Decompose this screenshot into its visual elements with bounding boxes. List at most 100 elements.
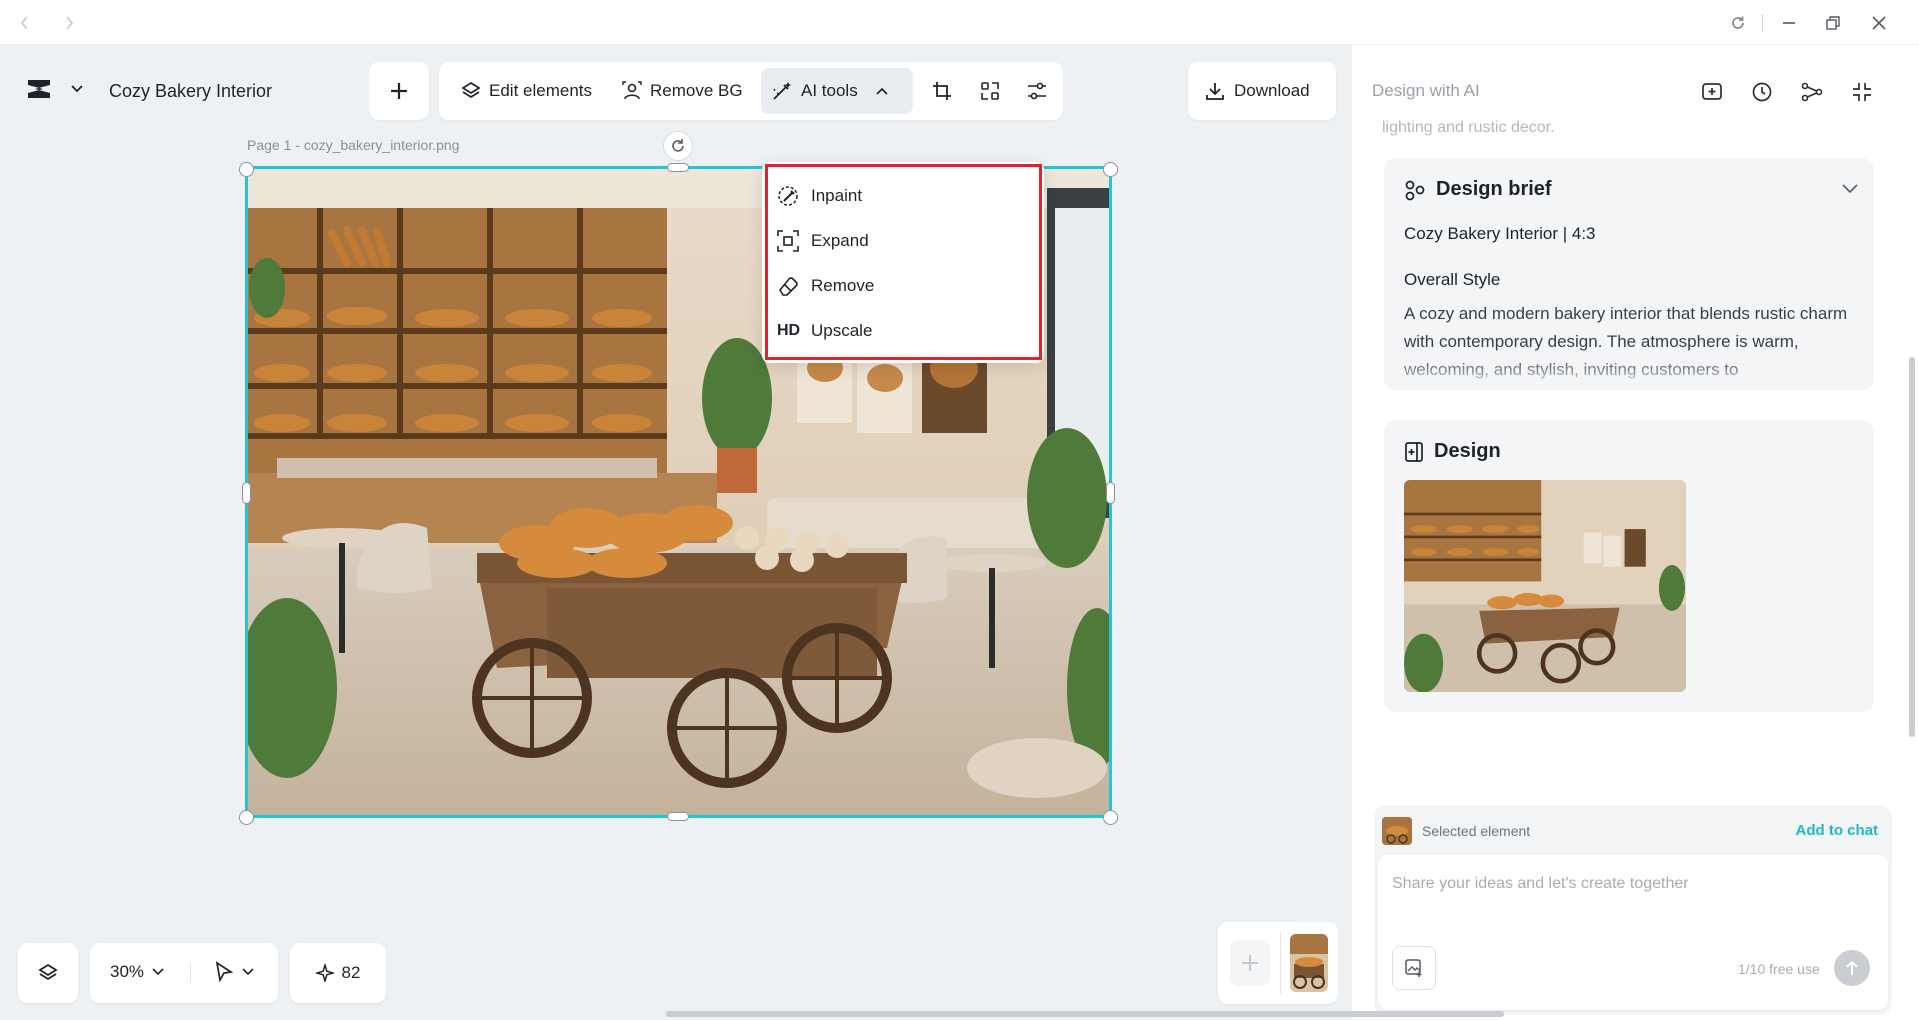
new-chat-icon[interactable] (1698, 78, 1726, 106)
project-title[interactable]: Cozy Bakery Interior (109, 81, 272, 102)
cursor-icon (215, 961, 234, 983)
chevron-right-icon[interactable] (56, 10, 82, 36)
canvas-workspace[interactable]: Cozy Bakery Interior Edit elements Remov… (0, 45, 1352, 1020)
selected-element-label: Selected element (1422, 823, 1531, 839)
resize-handle-bottom[interactable] (667, 812, 689, 821)
page-thumbnail[interactable] (1290, 934, 1328, 992)
eraser-icon (777, 275, 799, 297)
chevron-down-icon[interactable] (70, 84, 84, 94)
free-use-counter: 1/10 free use (1738, 961, 1820, 977)
expand-icon (777, 230, 799, 252)
resize-handle-bottom-right[interactable] (1103, 810, 1118, 825)
download-button[interactable]: Download (1188, 62, 1336, 120)
page-strip (1218, 922, 1338, 1004)
image-add-icon (1405, 959, 1422, 977)
menu-item-remove[interactable]: Remove (777, 266, 1027, 306)
chat-composer: Selected element Add to chat Share your … (1374, 805, 1892, 1015)
design-with-ai-panel: Design with AI lighting and rustic decor… (1352, 45, 1919, 1020)
image-toolbar: Edit elements Remove BG AI tools (439, 62, 1063, 120)
zoom-dropdown[interactable]: 30% (110, 962, 164, 982)
sparkle-icon (315, 964, 334, 982)
resize-handle-left[interactable] (242, 482, 251, 504)
design-thumbnail[interactable] (1404, 480, 1686, 692)
chat-input-box: Share your ideas and let's create togeth… (1378, 855, 1888, 1010)
crop-button[interactable] (919, 68, 965, 114)
chevron-left-icon[interactable] (12, 10, 38, 36)
layers-icon (38, 963, 58, 981)
design-title: Design (1434, 440, 1501, 462)
zoom-controls: 30% (90, 943, 278, 1003)
panel-scrollbar[interactable] (1909, 357, 1915, 737)
resize-handle-bottom-left[interactable] (239, 810, 254, 825)
add-page-button[interactable] (1230, 940, 1270, 986)
adjust-button[interactable] (1014, 68, 1060, 114)
resize-handle-top-left[interactable] (239, 162, 254, 177)
chat-input[interactable]: Share your ideas and let's create togeth… (1392, 875, 1689, 893)
ai-tools-button[interactable]: AI tools (761, 68, 913, 114)
chevron-down-icon (152, 968, 164, 976)
edit-elements-button[interactable]: Edit elements (451, 68, 602, 114)
inpaint-icon (777, 185, 799, 207)
nodes-icon (1404, 179, 1426, 201)
send-button[interactable] (1834, 950, 1870, 986)
resize-handle-top[interactable] (667, 163, 689, 172)
menu-item-label: Inpaint (811, 186, 863, 205)
overall-style-heading: Overall Style (1404, 270, 1501, 289)
add-button[interactable] (369, 62, 429, 120)
resize-handle-top-right[interactable] (1103, 162, 1118, 177)
arrow-up-icon (1846, 960, 1858, 975)
zoom-divider (190, 963, 191, 983)
brief-subtitle: Cozy Bakery Interior | 4:3 (1404, 224, 1596, 243)
design-brief-heading[interactable]: Design brief (1404, 178, 1552, 201)
restore-icon[interactable] (1820, 10, 1846, 36)
plus-icon (391, 83, 407, 99)
resize-handle-right[interactable] (1106, 482, 1115, 504)
layers-icon (461, 81, 481, 101)
close-icon[interactable] (1866, 10, 1892, 36)
history-icon[interactable] (1748, 78, 1776, 106)
menu-item-label: Remove (811, 276, 875, 295)
minimize-icon[interactable] (1776, 10, 1802, 36)
chevron-down-icon (242, 968, 254, 976)
titlebar-divider (1762, 14, 1763, 32)
menu-item-label: Upscale (811, 321, 873, 340)
hd-icon: HD (777, 322, 801, 339)
pointer-tool-dropdown[interactable] (214, 961, 254, 983)
add-to-chat-link[interactable]: Add to chat (1796, 822, 1879, 839)
menu-item-expand[interactable]: Expand (777, 221, 1027, 261)
design-card: Design (1384, 420, 1874, 712)
design-brief-card: Design brief Cozy Bakery Interior | 4:3 … (1384, 158, 1874, 390)
zoom-value: 30% (110, 962, 145, 981)
magic-wand-icon (771, 81, 793, 101)
chevron-down-icon[interactable] (1842, 184, 1858, 194)
collapse-icon[interactable] (1848, 78, 1876, 106)
download-icon (1206, 82, 1224, 100)
canvas-scrollbar-horizontal[interactable] (666, 1011, 1504, 1017)
window-titlebar (0, 0, 1919, 45)
design-brief-title: Design brief (1436, 178, 1552, 200)
menu-item-upscale[interactable]: HD Upscale (777, 311, 1027, 351)
download-label: Download (1234, 81, 1310, 100)
smart-select-button[interactable] (967, 68, 1013, 114)
credits-count: 82 (341, 963, 361, 982)
person-cutout-icon (622, 81, 642, 101)
sliders-icon (1027, 81, 1047, 101)
refresh-icon[interactable] (1725, 10, 1751, 36)
menu-item-label: Expand (811, 231, 869, 250)
add-image-button[interactable] (1392, 946, 1436, 990)
share-icon[interactable] (1798, 78, 1826, 106)
previous-message-text: lighting and rustic decor. (1382, 119, 1555, 136)
rotate-handle[interactable] (663, 131, 693, 161)
ai-tools-menu: Inpaint Expand Remove HD Upscale (762, 162, 1044, 363)
rotate-icon (672, 139, 684, 152)
remove-bg-button[interactable]: Remove BG (612, 68, 753, 114)
layers-button[interactable] (18, 943, 78, 1003)
chevron-up-icon (876, 87, 888, 95)
text-fade (1384, 356, 1874, 390)
crop-icon (932, 81, 952, 101)
menu-item-inpaint[interactable]: Inpaint (777, 176, 1027, 216)
credits-button[interactable]: 82 (290, 943, 386, 1003)
page-strip-divider (1280, 932, 1281, 994)
edit-elements-label: Edit elements (489, 81, 592, 100)
capcut-logo-icon[interactable] (25, 77, 53, 101)
